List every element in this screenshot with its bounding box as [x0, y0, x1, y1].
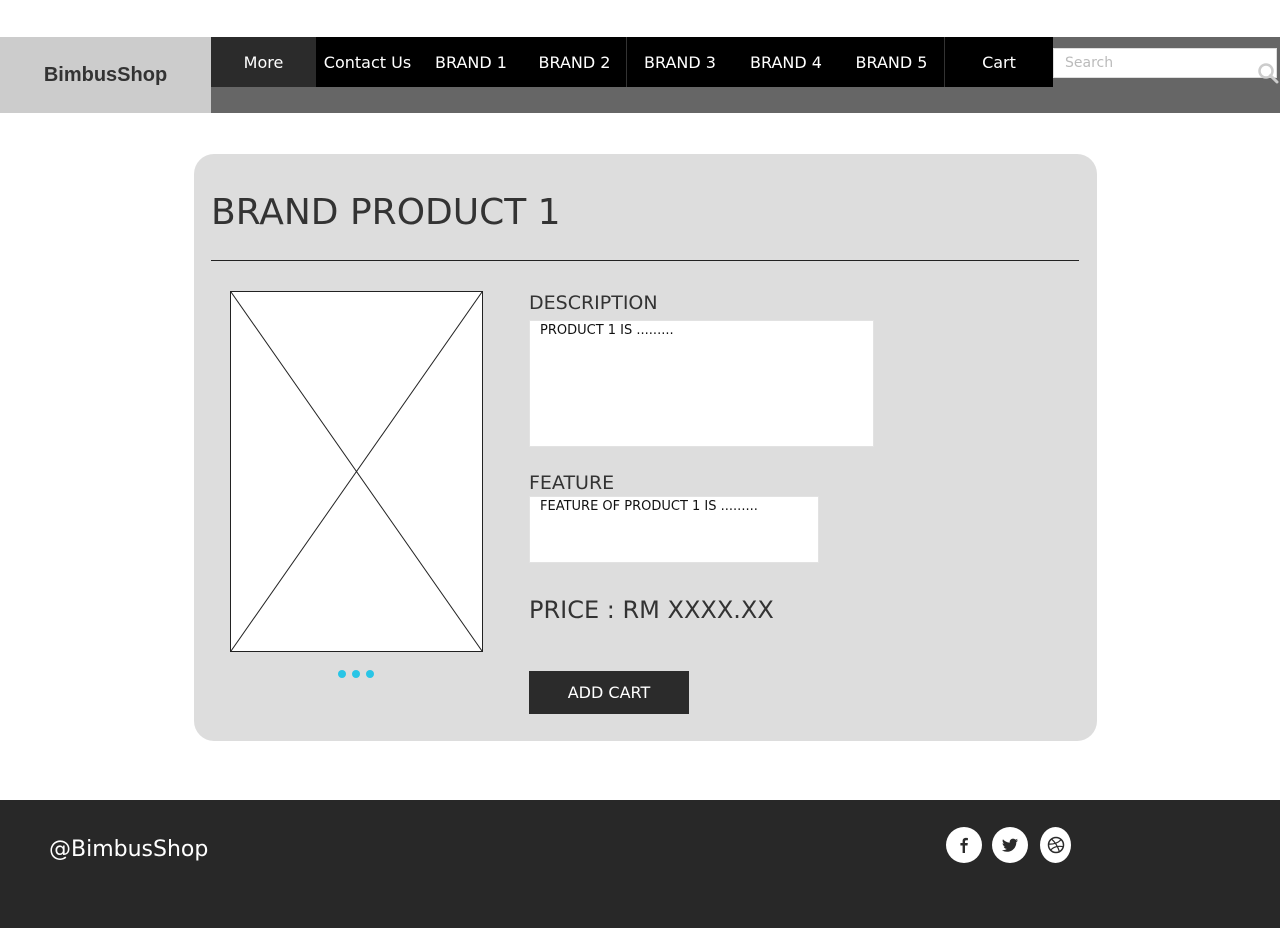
dribbble-icon[interactable] [1040, 827, 1071, 863]
nav-brand-3[interactable]: BRAND 3 [627, 37, 733, 87]
nav-brand-2[interactable]: BRAND 2 [523, 37, 627, 87]
product-image-placeholder-icon [230, 291, 483, 652]
carousel-dot[interactable] [352, 670, 360, 678]
carousel-dot[interactable] [366, 670, 374, 678]
price-label: PRICE : RM XXXX.XX [529, 596, 774, 624]
search-icon[interactable] [1257, 62, 1279, 84]
nav-more[interactable]: More [211, 37, 316, 87]
nav-cart[interactable]: Cart [945, 37, 1053, 87]
feature-label: FEATURE [529, 472, 615, 494]
nav-contact-us[interactable]: Contact Us [316, 37, 419, 87]
search-box [1053, 48, 1277, 78]
product-title: BRAND PRODUCT 1 [211, 192, 561, 233]
footer-handle: @BimbusShop [49, 837, 209, 862]
logo[interactable]: BimbusShop [0, 37, 211, 113]
image-carousel-dots [338, 670, 374, 678]
nav-brand-5[interactable]: BRAND 5 [839, 37, 945, 87]
nav-brand-4[interactable]: BRAND 4 [733, 37, 839, 87]
footer [0, 800, 1280, 928]
search-input[interactable] [1054, 49, 1265, 77]
description-text: PRODUCT 1 IS ......... [529, 320, 874, 447]
feature-text: FEATURE OF PRODUCT 1 IS ......... [529, 496, 819, 563]
nav-brand-1[interactable]: BRAND 1 [419, 37, 523, 87]
carousel-dot[interactable] [338, 670, 346, 678]
add-cart-button[interactable]: ADD CART [529, 671, 689, 714]
logo-text: BimbusShop [43, 64, 168, 86]
title-divider [211, 260, 1079, 261]
description-label: DESCRIPTION [529, 292, 658, 314]
main-nav: More Contact Us BRAND 1 BRAND 2 BRAND 3 … [211, 37, 1053, 87]
twitter-icon[interactable] [992, 827, 1028, 863]
facebook-icon[interactable] [946, 827, 982, 863]
